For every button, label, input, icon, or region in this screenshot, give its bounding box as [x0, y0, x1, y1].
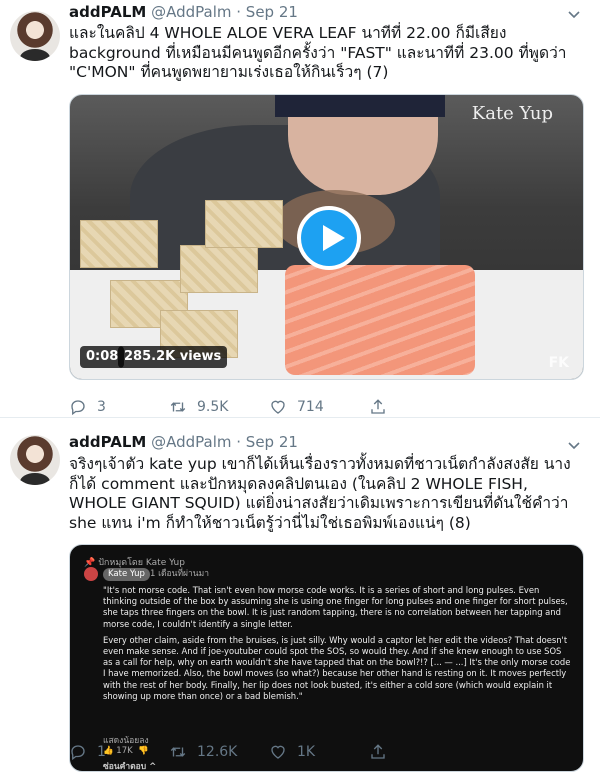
comment-age: 1 เดือนที่ผ่านมา	[150, 569, 209, 579]
share-icon	[371, 744, 385, 759]
video-frame-salmon	[285, 265, 475, 375]
comment-body: "It's not morse code. That isn't even ho…	[103, 585, 571, 707]
pinned-label: 📌 ปักหมุดโดย Kate Yup	[84, 558, 185, 568]
reply-icon	[71, 745, 85, 761]
heart-icon	[271, 400, 285, 414]
display-name[interactable]: addPALM	[69, 3, 146, 21]
display-name[interactable]: addPALM	[69, 433, 146, 451]
chevron-down-icon[interactable]	[566, 6, 582, 22]
like-button[interactable]: 1K	[269, 742, 315, 762]
retweet-icon	[170, 402, 186, 412]
retweet-button[interactable]: 12.6K	[169, 742, 237, 762]
comment-paragraph: Every other claim, aside from the bruise…	[103, 634, 571, 701]
tweet-text: และในคลิป 4 WHOLE ALOE VERA LEAF นาทีที่…	[69, 24, 567, 81]
retweet-count: 9.5K	[197, 399, 229, 415]
video-corner-mark: FK	[548, 355, 569, 371]
retweet-button[interactable]: 9.5K	[169, 397, 228, 417]
heart-icon	[271, 745, 285, 759]
comment-author: Kate Yup	[103, 568, 150, 581]
play-button[interactable]	[297, 206, 361, 270]
image-attachment[interactable]: 📌 ปักหมุดโดย Kate Yup Kate Yup 1 เดือนที่…	[69, 544, 584, 772]
tweet-actions: 1 12.6K 1K	[69, 742, 489, 762]
like-count: 714	[297, 399, 324, 415]
reply-count: 1	[97, 744, 106, 760]
timestamp[interactable]: · Sep 21	[236, 3, 298, 21]
reply-icon	[71, 400, 85, 416]
tweet-header: addPALM @AddPalm · Sep 21	[69, 432, 298, 452]
tweet-text: จริงๆเจ้าตัว kate yup เขาก็ได้เห็นเรื่อง…	[69, 455, 571, 532]
handle[interactable]: @AddPalm	[151, 433, 231, 451]
like-count: 1K	[297, 744, 316, 760]
commenter-avatar	[84, 567, 98, 581]
avatar[interactable]	[10, 435, 60, 485]
handle[interactable]: @AddPalm	[151, 3, 231, 21]
avatar[interactable]	[10, 11, 60, 61]
tweet-header: addPALM @AddPalm · Sep 21	[69, 2, 298, 22]
video-views: 285.2K views	[118, 346, 228, 368]
retweet-icon	[170, 747, 186, 757]
video-frame-honeycomb	[80, 220, 158, 268]
video-watermark: Kate Yup	[471, 103, 553, 124]
comment-paragraph: "It's not morse code. That isn't even ho…	[103, 585, 568, 629]
timestamp[interactable]: · Sep 21	[236, 433, 298, 451]
tweet-2[interactable]: addPALM @AddPalm · Sep 21 จริงๆเจ้าตัว k…	[0, 419, 600, 779]
video-frame-honeycomb	[205, 200, 283, 248]
video-frame-blindfold	[275, 95, 445, 117]
retweet-count: 12.6K	[197, 744, 238, 760]
tweet-1[interactable]: addPALM @AddPalm · Sep 21 และในคลิป 4 WH…	[0, 0, 600, 418]
video-player[interactable]: Kate Yup FK 0:08 285.2K views	[69, 94, 584, 380]
chevron-down-icon[interactable]	[566, 437, 582, 453]
share-button[interactable]	[369, 742, 397, 762]
like-button[interactable]: 714	[269, 397, 324, 417]
share-button[interactable]	[369, 397, 397, 417]
reply-button[interactable]: 3	[69, 397, 106, 417]
share-icon	[371, 399, 385, 414]
reply-button[interactable]: 1	[69, 742, 106, 762]
tweet-actions: 3 9.5K 714	[69, 397, 489, 417]
video-frame-honeycomb	[180, 245, 258, 293]
reply-count: 3	[97, 399, 106, 415]
